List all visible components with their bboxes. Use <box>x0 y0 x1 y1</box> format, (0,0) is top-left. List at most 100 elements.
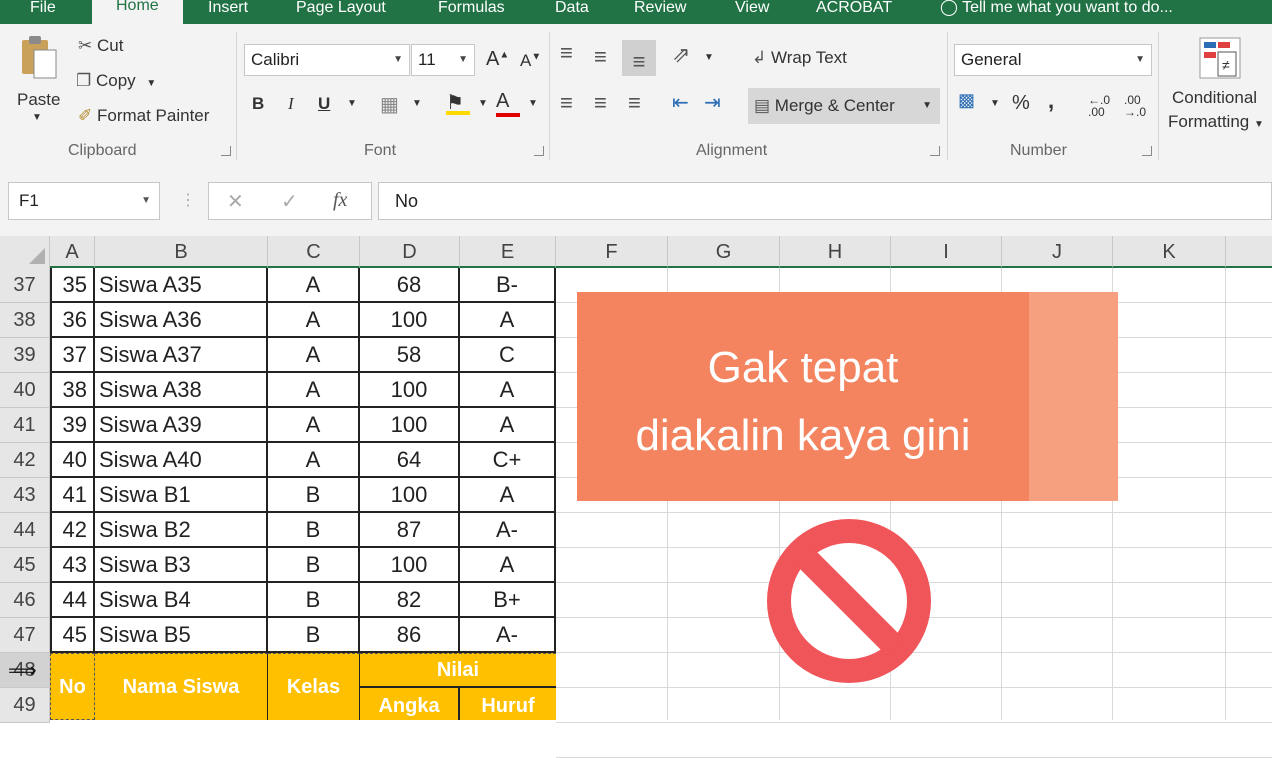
select-all-button[interactable] <box>0 236 50 268</box>
tab-view[interactable]: View <box>735 0 769 24</box>
cell-kelas[interactable]: A <box>268 373 360 408</box>
cell-huruf[interactable]: B- <box>460 268 556 303</box>
cell-kelas[interactable]: B <box>268 513 360 548</box>
conditional-formatting-label[interactable]: Formatting ▼ <box>1168 112 1264 132</box>
cancel-icon[interactable]: ✕ <box>227 189 244 214</box>
clipboard-launcher-icon[interactable] <box>221 146 231 156</box>
cell-huruf[interactable]: A <box>460 548 556 583</box>
fill-color-icon[interactable]: ⚑ <box>446 90 470 115</box>
row-header[interactable]: 42 <box>0 443 50 478</box>
font-color-icon[interactable]: A <box>496 90 520 117</box>
borders-icon[interactable]: ▦ <box>380 92 399 117</box>
formula-input[interactable]: No <box>378 182 1272 220</box>
column-header-h[interactable]: H <box>780 236 891 268</box>
cell-no[interactable]: 37 <box>50 338 95 373</box>
increase-indent-icon[interactable]: ⇥ <box>704 90 721 115</box>
increase-decimal-button[interactable]: ←.0 .00 <box>1088 94 1116 118</box>
cell-huruf[interactable]: A <box>460 303 556 338</box>
cell-nama-siswa[interactable]: Siswa B1 <box>95 478 268 513</box>
header-cell-kelas[interactable]: Kelas <box>268 653 360 720</box>
cell-angka[interactable]: 100 <box>360 373 460 408</box>
align-middle-icon[interactable]: ≡ <box>594 44 607 70</box>
cell-nama-siswa[interactable]: Siswa A39 <box>95 408 268 443</box>
cell-huruf[interactable]: C <box>460 338 556 373</box>
tab-review[interactable]: Review <box>634 0 686 24</box>
cell-angka[interactable]: 86 <box>360 618 460 653</box>
row-header[interactable]: 47 <box>0 618 50 653</box>
cell-angka[interactable]: 100 <box>360 478 460 513</box>
cell-huruf[interactable]: A <box>460 478 556 513</box>
cell-nama-siswa[interactable]: Siswa A36 <box>95 303 268 338</box>
cell-no[interactable]: 45 <box>50 618 95 653</box>
cell-no[interactable]: 43 <box>50 548 95 583</box>
copy-button[interactable]: ❐ Copy ▼ <box>76 71 156 91</box>
merge-center-button[interactable]: ▤ Merge & Center ▼ <box>748 88 940 124</box>
comma-button[interactable]: , <box>1048 88 1054 114</box>
cell-huruf[interactable]: C+ <box>460 443 556 478</box>
column-header-f[interactable]: F <box>556 236 668 268</box>
cell-huruf[interactable]: A <box>460 408 556 443</box>
chevron-down-icon[interactable]: ▼ <box>412 98 422 109</box>
header-cell-nilai[interactable]: Nilai <box>360 653 556 688</box>
align-center-icon[interactable]: ≡ <box>594 90 607 116</box>
header-cell-angka[interactable]: Angka <box>360 688 460 720</box>
cell-no[interactable]: 35 <box>50 268 95 303</box>
column-header-j[interactable]: J <box>1002 236 1113 268</box>
cell-nama-siswa[interactable]: Siswa B3 <box>95 548 268 583</box>
cell-kelas[interactable]: B <box>268 478 360 513</box>
cell-huruf[interactable]: A- <box>460 513 556 548</box>
row-header[interactable]: 37 <box>0 268 50 303</box>
cell-angka[interactable]: 58 <box>360 338 460 373</box>
insert-function-icon[interactable]: fx <box>333 189 347 212</box>
column-header-c[interactable]: C <box>268 236 360 268</box>
column-header-e[interactable]: E <box>460 236 556 268</box>
row-header[interactable]: 40 <box>0 373 50 408</box>
column-header-g[interactable]: G <box>668 236 780 268</box>
conditional-formatting-button[interactable]: Conditional <box>1172 88 1257 108</box>
decrease-decimal-button[interactable]: .00 →.0 <box>1124 94 1152 118</box>
cell-angka[interactable]: 68 <box>360 268 460 303</box>
name-box[interactable]: F1 ▼ <box>8 182 160 220</box>
cell-kelas[interactable]: A <box>268 408 360 443</box>
cell-nama-siswa[interactable]: Siswa A40 <box>95 443 268 478</box>
cut-button[interactable]: ✂ Cut <box>78 36 123 56</box>
cell-huruf[interactable]: A- <box>460 618 556 653</box>
row-header[interactable]: 43 <box>0 478 50 513</box>
chevron-down-icon[interactable]: ▼ <box>528 98 538 109</box>
enter-icon[interactable]: ✓ <box>281 189 298 214</box>
cell-nama-siswa[interactable]: Siswa A38 <box>95 373 268 408</box>
number-format-select[interactable]: General ▼ <box>954 44 1152 76</box>
underline-button[interactable]: U <box>318 94 330 114</box>
column-header-a[interactable]: A <box>50 236 95 268</box>
cell-kelas[interactable]: A <box>268 443 360 478</box>
tab-file[interactable]: File <box>30 0 56 24</box>
row-header-49[interactable]: 49 <box>0 688 50 723</box>
shrink-font-button[interactable]: A▼ <box>520 51 541 71</box>
column-header-i[interactable]: I <box>891 236 1002 268</box>
conditional-formatting-icon[interactable]: ≠ <box>1198 36 1244 82</box>
cell-angka[interactable]: 100 <box>360 303 460 338</box>
tell-me-search[interactable]: ◯ Tell me what you want to do... <box>940 0 1173 16</box>
tab-insert[interactable]: Insert <box>208 0 248 24</box>
cell-nama-siswa[interactable]: Siswa B4 <box>95 583 268 618</box>
paste-icon[interactable] <box>18 34 62 84</box>
cell-no[interactable]: 44 <box>50 583 95 618</box>
cell-nama-siswa[interactable]: Siswa B2 <box>95 513 268 548</box>
cell-no[interactable]: 38 <box>50 373 95 408</box>
percent-button[interactable]: % <box>1012 92 1030 115</box>
cell-kelas[interactable]: A <box>268 303 360 338</box>
paste-dropdown-icon[interactable]: ▼ <box>32 112 42 123</box>
chevron-down-icon[interactable]: ▼ <box>347 98 357 109</box>
cell-kelas[interactable]: A <box>268 268 360 303</box>
cell-nama-siswa[interactable]: Siswa A35 <box>95 268 268 303</box>
number-launcher-icon[interactable] <box>1142 146 1152 156</box>
row-header[interactable]: 41 <box>0 408 50 443</box>
cell-kelas[interactable]: B <box>268 583 360 618</box>
cell-no[interactable]: 40 <box>50 443 95 478</box>
cell-kelas[interactable]: B <box>268 618 360 653</box>
grow-font-button[interactable]: A▲ <box>486 48 509 71</box>
align-left-icon[interactable]: ≡ <box>560 90 573 116</box>
font-launcher-icon[interactable] <box>534 146 544 156</box>
column-header-b[interactable]: B <box>95 236 268 268</box>
paste-button[interactable]: Paste <box>17 90 60 110</box>
